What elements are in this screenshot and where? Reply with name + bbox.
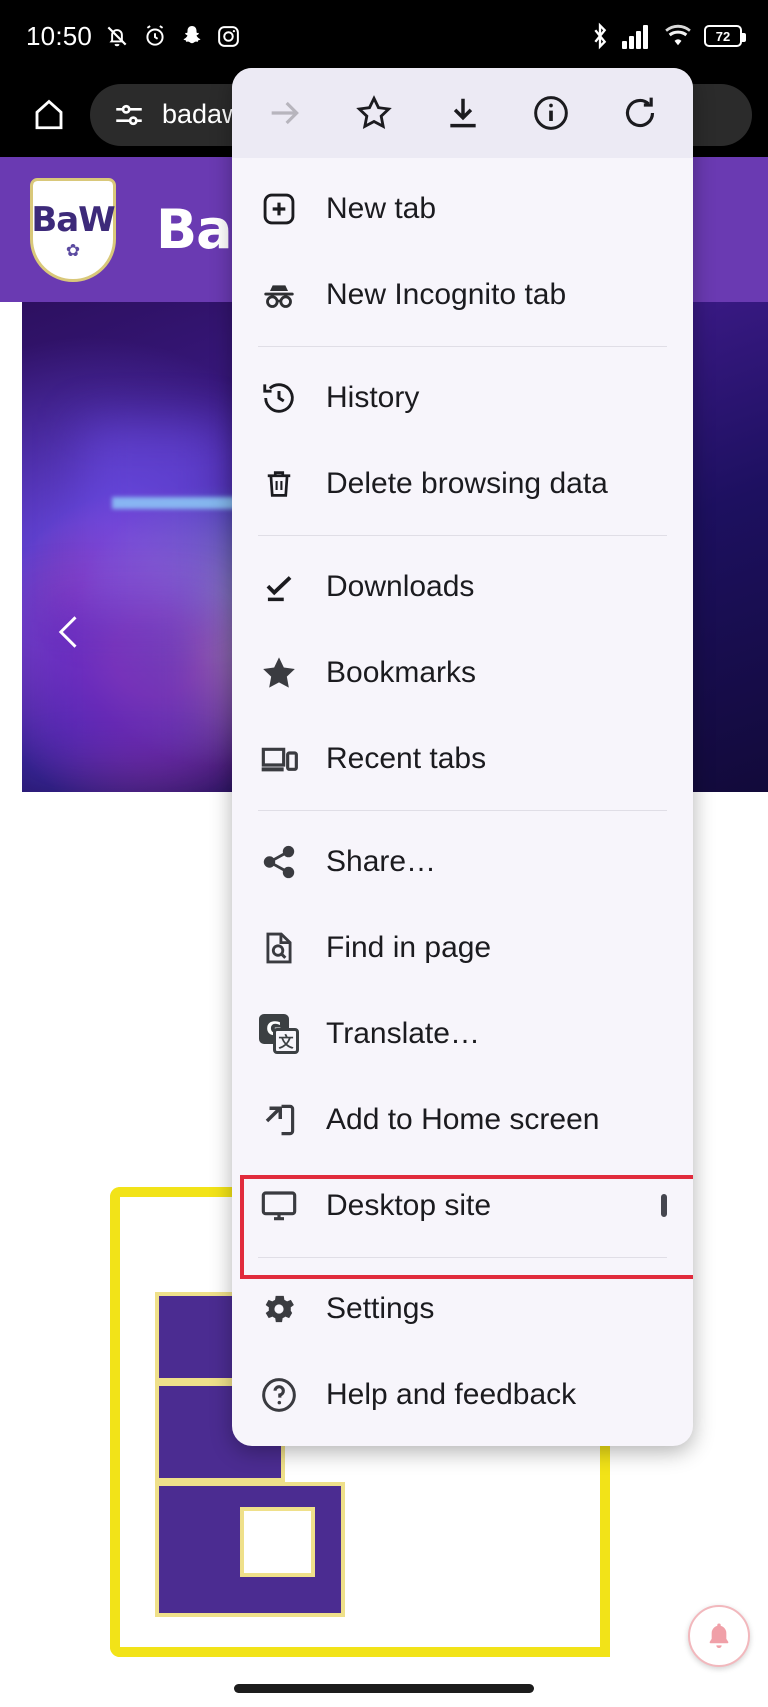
site-logo-ribbon-icon: ✿: [65, 241, 81, 260]
menu-item-label: Help and feedback: [326, 1378, 577, 1411]
find-in-page-icon: [258, 927, 300, 969]
menu-item-downloads[interactable]: Downloads: [232, 544, 693, 630]
bluetooth-icon: [594, 22, 607, 50]
hero-glow-a: [82, 422, 222, 622]
home-icon: [35, 99, 63, 129]
menu-section-settings: Settings Help and feedback: [232, 1258, 693, 1446]
history-icon: [258, 377, 300, 419]
menu-item-share[interactable]: Share…: [232, 819, 693, 905]
menu-item-translate[interactable]: G 文 Translate…: [232, 991, 693, 1077]
menu-item-label: New Incognito tab: [326, 278, 567, 311]
chevron-left-icon: [58, 616, 77, 648]
google-translate-icon: G 文: [258, 1013, 300, 1055]
download-page-button[interactable]: [436, 86, 490, 140]
menu-section-page-actions: Share… Find in page G 文: [232, 811, 693, 1257]
gear-icon: [258, 1288, 300, 1330]
menu-item-new-incognito-tab[interactable]: New Incognito tab: [232, 252, 693, 338]
notification-fab-button[interactable]: [688, 1605, 750, 1667]
menu-item-label: Delete browsing data: [326, 467, 608, 500]
system-gesture-bar: [234, 1684, 534, 1693]
translate-char-glyph: 文: [273, 1028, 299, 1054]
url-text: badaw: [162, 99, 242, 129]
bell-icon: [709, 1623, 729, 1648]
instagram-icon: [218, 25, 239, 47]
info-circle-icon: [534, 96, 569, 130]
notifications-silenced-icon: [107, 26, 127, 47]
downloads-check-icon: [258, 566, 300, 608]
carousel-prev-button[interactable]: [40, 602, 100, 662]
menu-item-recent-tabs[interactable]: Recent tabs: [232, 716, 693, 802]
menu-section-library: Downloads Bookmarks Recent tabs: [232, 536, 693, 810]
download-icon: [449, 98, 476, 128]
status-bar-right: 72: [589, 22, 746, 50]
menu-item-desktop-site[interactable]: Desktop site: [232, 1163, 693, 1249]
menu-item-help-and-feedback[interactable]: Help and feedback: [232, 1352, 693, 1438]
battery-indicator: 72: [704, 25, 746, 47]
menu-item-label: Find in page: [326, 931, 492, 964]
menu-item-history[interactable]: History: [232, 355, 693, 441]
help-circle-icon: [258, 1374, 300, 1416]
menu-item-label: Recent tabs: [326, 742, 487, 775]
star-filled-icon: [258, 652, 300, 694]
site-logo: BaW ✿: [30, 177, 116, 282]
desktop-site-checkbox[interactable]: [661, 1194, 667, 1217]
menu-item-label: Settings: [326, 1292, 435, 1325]
desktop-icon: [258, 1185, 300, 1227]
incognito-icon: [258, 274, 300, 316]
reload-button[interactable]: [613, 86, 667, 140]
checkbox-unchecked-icon: [661, 1194, 667, 1217]
status-bar-clock: 10:50: [26, 20, 93, 51]
menu-section-history: History Delete browsing data: [232, 347, 693, 535]
snapchat-icon: [183, 26, 201, 44]
cellular-signal-icon: [622, 25, 648, 49]
tune-site-settings-icon[interactable]: [112, 98, 146, 132]
menu-item-delete-browsing-data[interactable]: Delete browsing data: [232, 441, 693, 527]
site-logo-text: BaW: [31, 200, 115, 240]
menu-item-label: Translate…: [326, 1017, 480, 1050]
recent-tabs-icon: [258, 738, 300, 780]
menu-item-find-in-page[interactable]: Find in page: [232, 905, 693, 991]
menu-item-label: Downloads: [326, 570, 475, 603]
trash-icon: [258, 463, 300, 505]
menu-item-add-to-home-screen[interactable]: Add to Home screen: [232, 1077, 693, 1163]
menu-item-label: History: [326, 381, 420, 414]
reload-icon: [625, 97, 655, 128]
logo-block-4: [240, 1507, 315, 1577]
menu-item-label: Desktop site: [326, 1189, 492, 1222]
menu-item-label: New tab: [326, 192, 437, 225]
bookmark-button[interactable]: [347, 86, 401, 140]
new-tab-icon: [258, 188, 300, 230]
status-bar-left: 10:50: [26, 21, 241, 52]
home-button[interactable]: [22, 88, 76, 142]
menu-item-label: Share…: [326, 845, 437, 878]
add-to-home-screen-icon: [258, 1099, 300, 1141]
forward-button[interactable]: [258, 86, 312, 140]
alarm-icon: [146, 25, 164, 46]
battery-percent-label: 72: [715, 28, 731, 44]
wifi-icon: [665, 24, 691, 46]
menu-item-label: Add to Home screen: [326, 1103, 600, 1136]
menu-header-actions: [232, 68, 693, 158]
menu-item-label: Bookmarks: [326, 656, 477, 689]
status-bar: 10:50 72: [0, 0, 768, 72]
menu-section-tabs: New tab New Incognito tab: [232, 158, 693, 346]
menu-item-bookmarks[interactable]: Bookmarks: [232, 630, 693, 716]
phone-screen: 10:50 72 badaw BaW ✿ Bad New tab New Inc…: [0, 0, 768, 1707]
star-outline-icon: [355, 95, 392, 129]
share-icon: [258, 841, 300, 883]
menu-item-new-tab[interactable]: New tab: [232, 166, 693, 252]
menu-item-settings[interactable]: Settings: [232, 1266, 693, 1352]
browser-overflow-menu: New tab New Incognito tab History Delete…: [232, 68, 693, 1446]
page-info-button[interactable]: [524, 86, 578, 140]
arrow-forward-icon: [271, 101, 299, 125]
